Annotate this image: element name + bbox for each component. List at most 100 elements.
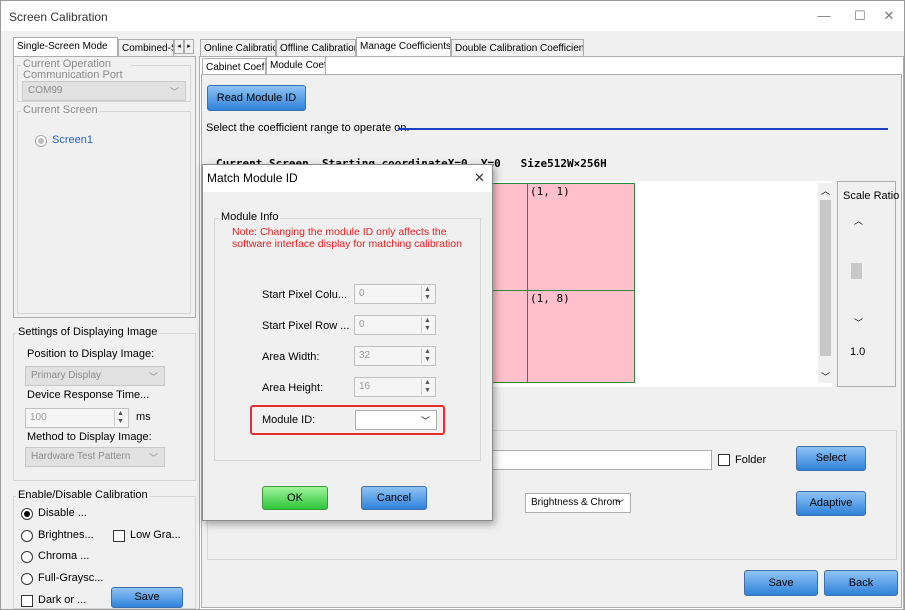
tab-manage-coefficients[interactable]: Manage Coefficients	[356, 37, 451, 56]
module-cell-label[interactable]: (1, 8)	[530, 292, 570, 305]
low-gray-label[interactable]: Low Gra...	[130, 529, 181, 541]
folder-checkbox[interactable]	[718, 454, 730, 466]
range-divider	[398, 128, 888, 130]
scale-down-icon[interactable]: ﹀	[854, 316, 863, 329]
tab-double-calibration[interactable]: Double Calibration Coefficients	[451, 39, 584, 56]
dark-label[interactable]: Dark or ...	[38, 594, 86, 606]
chroma-label[interactable]: Chroma ...	[38, 550, 89, 562]
close-button[interactable]: ✕	[871, 5, 905, 27]
module-id-select[interactable]: ﹀	[355, 410, 437, 430]
disable-radio[interactable]	[21, 508, 33, 520]
position-value: Primary Display	[31, 370, 102, 381]
area-height-label: Area Height:	[262, 382, 324, 394]
minimize-button[interactable]: —	[806, 5, 842, 27]
brightness-label[interactable]: Brightnes...	[38, 529, 94, 541]
dark-checkbox[interactable]	[21, 595, 33, 607]
adaptive-button[interactable]: Adaptive	[796, 491, 866, 516]
chevron-down-icon: ﹀	[169, 87, 179, 97]
save-button[interactable]: Save	[744, 570, 818, 596]
spinner-arrows-icon: ▲ ▼	[421, 317, 433, 333]
coefficient-type-select[interactable]: Brightness & Chrom ﹀	[525, 493, 631, 513]
screen1-radio[interactable]	[35, 135, 47, 147]
ok-button[interactable]: OK	[262, 486, 328, 510]
back-button[interactable]: Back	[824, 570, 898, 596]
scroll-down-icon[interactable]: ﹀	[821, 370, 830, 383]
scale-slider-thumb[interactable]	[851, 263, 862, 279]
chevron-down-icon: ﹀	[148, 372, 158, 382]
method-select: Hardware Test Pattern ﹀	[25, 447, 165, 467]
window-title: Screen Calibration	[9, 10, 108, 24]
grid-line-horizontal	[480, 290, 635, 291]
module-id-label: Module ID:	[262, 414, 316, 426]
tab-offline-calibration[interactable]: Offline Calibration	[276, 39, 356, 56]
tab-online-calibration[interactable]: Online Calibration	[200, 39, 276, 56]
area-width-value: 32	[359, 350, 371, 361]
spinner-arrows-icon: ▲ ▼	[114, 410, 126, 426]
read-module-id-button[interactable]: Read Module ID	[207, 85, 306, 111]
tab-scroll-left-icon[interactable]: ◂	[174, 39, 184, 54]
chevron-down-icon: ﹀	[614, 499, 624, 509]
calibration-enable-group-title: Enable/Disable Calibration	[16, 489, 150, 501]
start-col-label: Start Pixel Colu...	[262, 289, 347, 301]
dialog-title: Match Module ID	[207, 171, 298, 185]
chevron-down-icon: ﹀	[148, 453, 158, 463]
spinner-arrows-icon: ▲ ▼	[421, 348, 433, 364]
chevron-down-icon: ﹀	[420, 416, 430, 426]
current-screen-group-title: Current Screen	[21, 104, 100, 116]
module-cell-label[interactable]: (1, 1)	[530, 185, 570, 198]
display-image-group-title: Settings of Displaying Image	[16, 326, 160, 338]
spinner-arrows-icon: ▲ ▼	[421, 379, 433, 395]
scale-ratio-label: Scale Ratio	[843, 190, 900, 202]
tab-single-screen-mode[interactable]: Single-Screen Mode	[13, 37, 118, 56]
brightness-radio[interactable]	[21, 530, 33, 542]
start-row-value: 0	[359, 319, 365, 330]
tab-cabinet-coef[interactable]: Cabinet Coef	[202, 58, 266, 74]
chroma-radio[interactable]	[21, 551, 33, 563]
start-row-spinner: 0 ▲ ▼	[354, 315, 436, 335]
title-bar: Screen Calibration — ☐ ✕	[1, 1, 904, 31]
range-label: Select the coefficient range to operate …	[206, 122, 410, 134]
response-time-value: 100	[30, 412, 47, 423]
start-col-value: 0	[359, 288, 365, 299]
scale-up-icon[interactable]: ︿	[854, 214, 863, 227]
scrollbar-thumb[interactable]	[820, 200, 831, 356]
folder-label[interactable]: Folder	[735, 454, 766, 466]
tab-scroll-right-icon[interactable]: ▸	[184, 39, 194, 54]
left-save-button[interactable]: Save	[111, 587, 183, 608]
position-select: Primary Display ﹀	[25, 366, 165, 386]
response-time-label: Device Response Time...	[27, 389, 150, 401]
comm-port-group-title: Current Operation Communication Port	[21, 59, 131, 81]
coefficient-type-value: Brightness & Chrom	[531, 497, 621, 508]
low-gray-checkbox[interactable]	[113, 530, 125, 542]
start-col-spinner: 0 ▲ ▼	[354, 284, 436, 304]
method-label: Method to Display Image:	[27, 431, 152, 443]
scroll-up-icon[interactable]: ︿	[821, 184, 830, 197]
position-label: Position to Display Image:	[27, 348, 155, 360]
comm-port-select: COM99 ﹀	[22, 81, 186, 101]
comm-port-value: COM99	[28, 85, 63, 96]
select-button[interactable]: Select	[796, 446, 866, 471]
folder-path-input[interactable]	[488, 450, 712, 470]
start-row-label: Start Pixel Row ...	[262, 320, 350, 332]
area-width-label: Area Width:	[262, 351, 320, 363]
response-time-spinner: 100 ▲ ▼	[25, 408, 129, 428]
full-grayscale-label[interactable]: Full-Graysc...	[38, 572, 103, 584]
full-grayscale-radio[interactable]	[21, 573, 33, 585]
spinner-arrows-icon: ▲ ▼	[421, 286, 433, 302]
tab-combined-screen[interactable]: Combined-Sc	[118, 39, 174, 56]
response-time-unit: ms	[136, 411, 151, 423]
screen1-label[interactable]: Screen1	[52, 134, 93, 146]
area-height-spinner: 16 ▲ ▼	[354, 377, 436, 397]
module-info-group-title: Module Info	[219, 211, 281, 223]
area-width-spinner: 32 ▲ ▼	[354, 346, 436, 366]
dialog-close-button[interactable]: ✕	[474, 170, 485, 186]
scale-ratio-value: 1.0	[850, 346, 866, 358]
dialog-note: Note: Changing the module ID only affect…	[232, 226, 462, 250]
disable-label[interactable]: Disable ...	[38, 507, 87, 519]
module-grid	[480, 183, 635, 383]
scale-ratio-panel	[837, 181, 896, 387]
tab-module-coef[interactable]: Module Coef	[266, 56, 326, 75]
area-height-value: 16	[359, 381, 371, 392]
cancel-button[interactable]: Cancel	[361, 486, 427, 510]
grid-line-vertical	[527, 183, 528, 383]
